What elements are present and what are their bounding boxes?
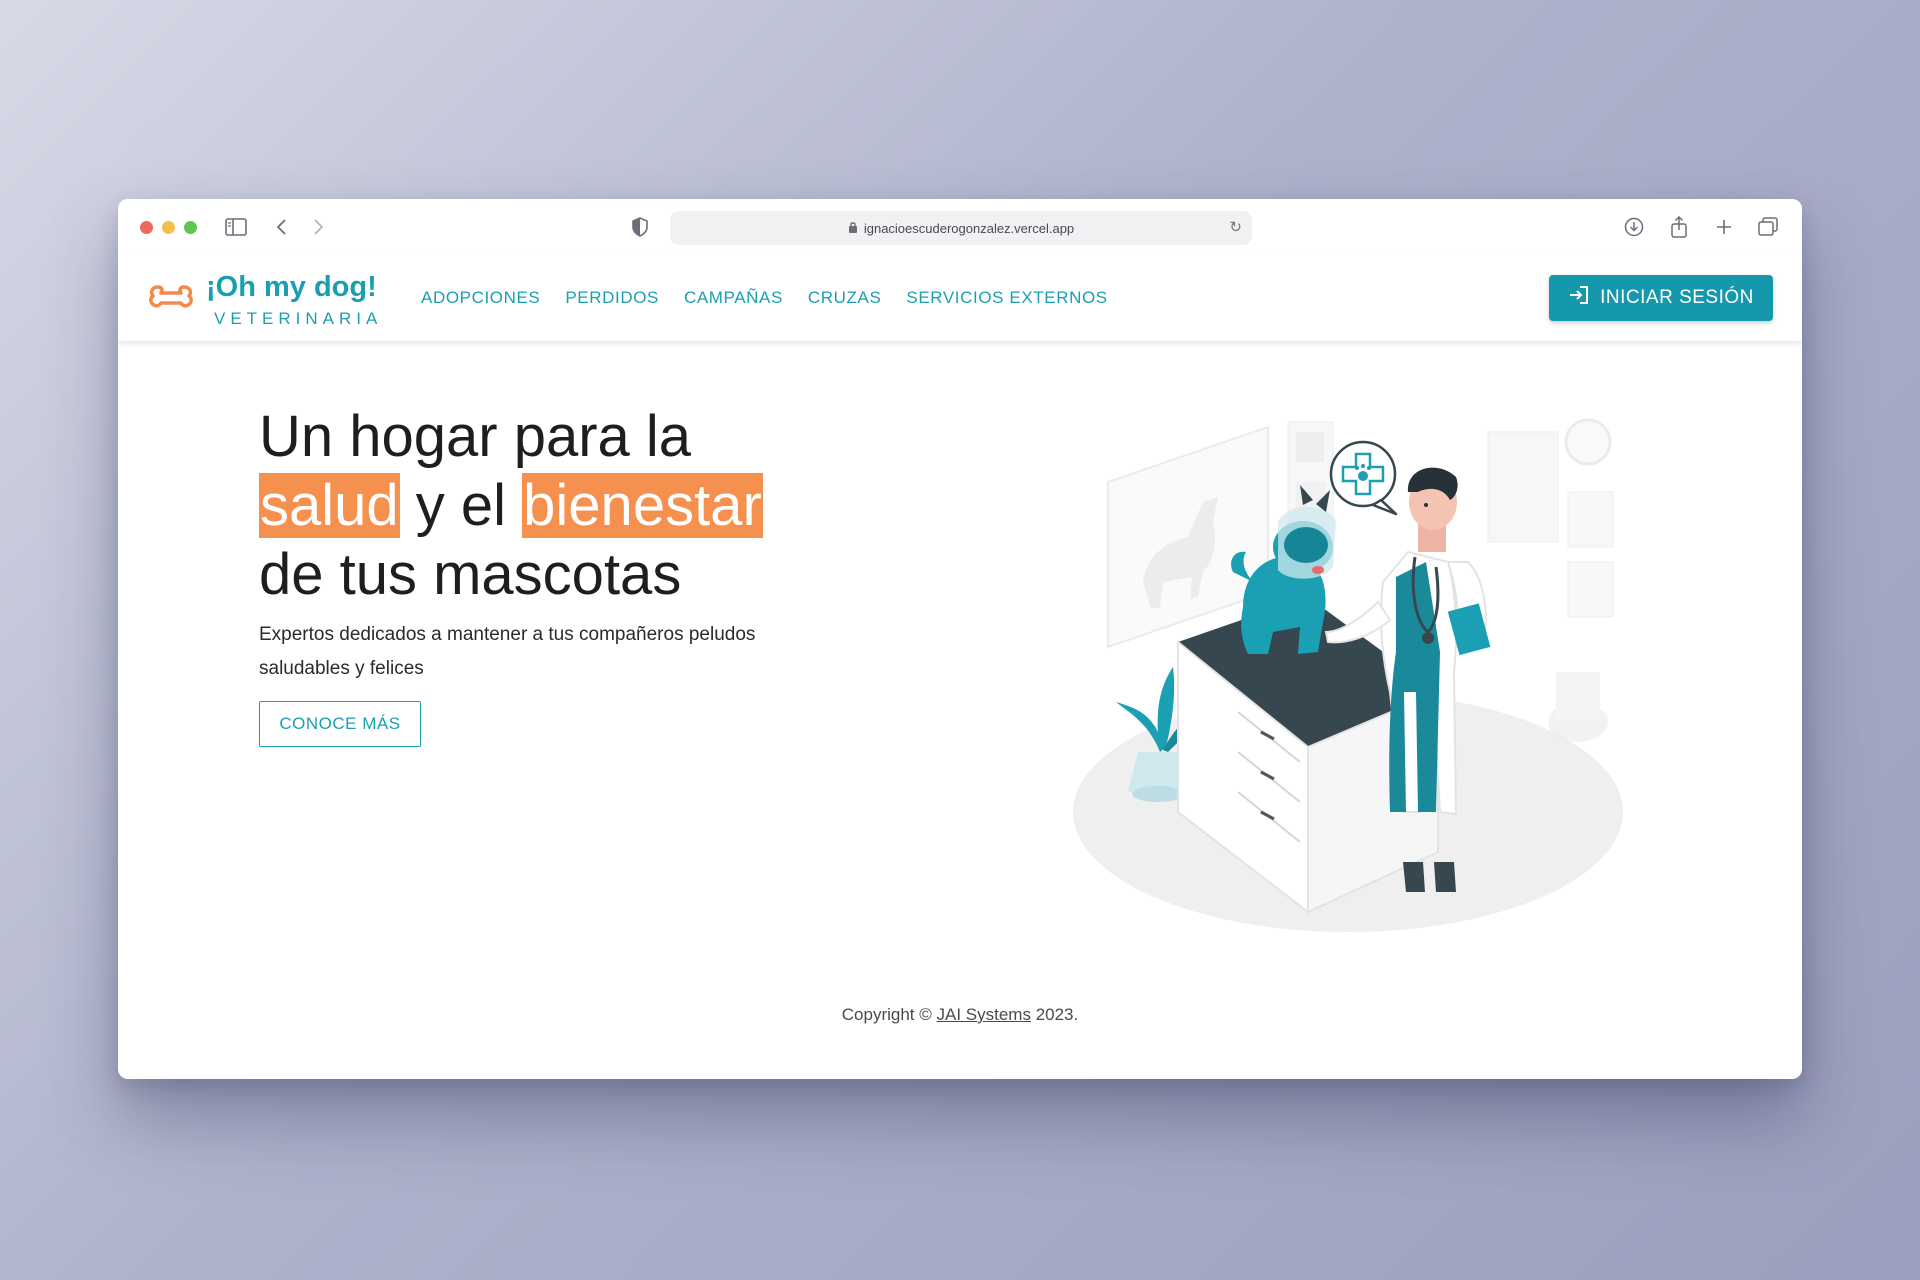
nav-link-perdidos[interactable]: PERDIDOS — [565, 288, 659, 308]
hero-title-line3: de tus mascotas — [259, 542, 682, 607]
hero-title-mid: y el — [399, 473, 523, 538]
hero-highlight-salud: salud — [259, 473, 400, 538]
back-arrow-icon[interactable] — [270, 215, 294, 239]
hero-description: Expertos dedicados a mantener a tus comp… — [259, 624, 756, 679]
brand-subtitle: VETERINARIA — [214, 309, 383, 328]
nav-link-cruzas[interactable]: CRUZAS — [808, 288, 882, 308]
close-window-button[interactable] — [140, 221, 153, 234]
footer-company-link[interactable]: JAI Systems — [937, 1005, 1031, 1024]
login-icon — [1568, 285, 1590, 311]
nav-link-servicios-externos[interactable]: SERVICIOS EXTERNOS — [906, 288, 1107, 308]
hero-highlight-bienestar: bienestar — [522, 473, 763, 538]
login-label: INICIAR SESIÓN — [1600, 287, 1754, 308]
lock-icon — [848, 221, 858, 236]
sidebar-toggle-icon[interactable] — [224, 215, 248, 239]
share-icon[interactable] — [1667, 215, 1691, 239]
hero-title-line1: Un hogar para la — [259, 404, 692, 469]
window-controls — [140, 221, 197, 234]
learn-more-button[interactable]: CONOCE MÁS — [259, 701, 421, 747]
privacy-shield-icon[interactable] — [628, 215, 652, 239]
site-navbar: ¡Oh my dog! VETERINARIA ADOPCIONES PERDI… — [118, 255, 1802, 341]
hero-title: Un hogar para la salud y el bienestar de… — [259, 402, 859, 609]
vet-illustration — [978, 392, 1678, 952]
footer-prefix: Copyright © — [841, 1005, 937, 1024]
browser-toolbar: ignacioescuderogonzalez.vercel.app ↻ — [118, 199, 1802, 255]
browser-window: ignacioescuderogonzalez.vercel.app ↻ ¡Oh… — [118, 199, 1802, 1079]
main-menu: ADOPCIONES PERDIDOS CAMPAÑAS CRUZAS SERV… — [421, 288, 1108, 308]
address-url: ignacioescuderogonzalez.vercel.app — [863, 220, 1075, 236]
nav-link-adopciones[interactable]: ADOPCIONES — [421, 288, 540, 308]
login-button[interactable]: INICIAR SESIÓN — [1549, 275, 1773, 321]
reload-icon[interactable]: ↻ — [1229, 218, 1242, 236]
tab-overview-icon[interactable] — [1756, 215, 1780, 239]
footer-suffix: 2023. — [1030, 1005, 1079, 1024]
nav-link-campanas[interactable]: CAMPAÑAS — [684, 288, 783, 308]
address-bar[interactable]: ignacioescuderogonzalez.vercel.app ↻ — [670, 211, 1252, 245]
forward-arrow-icon[interactable] — [306, 215, 330, 239]
maximize-window-button[interactable] — [184, 221, 197, 234]
footer-copyright: Copyright © JAI Systems 2023. — [118, 1005, 1802, 1025]
brand-name[interactable]: ¡Oh my dog! — [206, 271, 377, 304]
minimize-window-button[interactable] — [162, 221, 175, 234]
bone-logo-icon[interactable] — [148, 283, 194, 315]
download-icon[interactable] — [1622, 215, 1646, 239]
new-tab-icon[interactable] — [1712, 215, 1736, 239]
